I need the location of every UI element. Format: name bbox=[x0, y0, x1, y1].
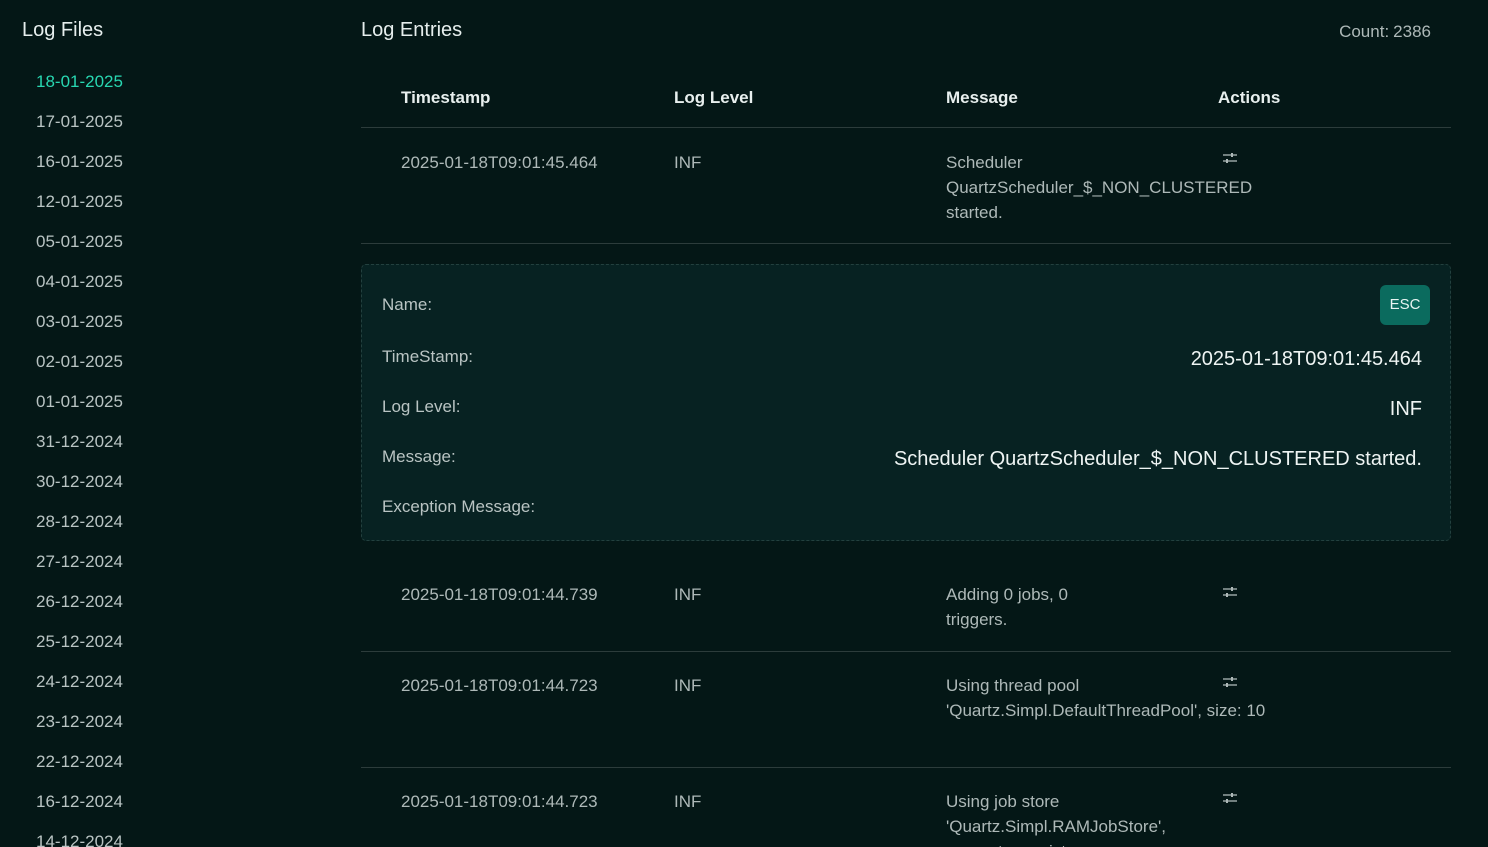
log-file-item[interactable]: 31-12-2024 bbox=[36, 428, 123, 468]
detail-message-label: Message: bbox=[382, 447, 456, 466]
log-file-list: 18-01-2025 17-01-2025 16-01-2025 12-01-2… bbox=[36, 68, 123, 847]
row-timestamp: 2025-01-18T09:01:44.739 bbox=[401, 585, 598, 604]
log-file-item[interactable]: 23-12-2024 bbox=[36, 708, 123, 748]
detail-name-label: Name: bbox=[382, 295, 433, 314]
entry-count: Count: 2386 bbox=[1339, 22, 1431, 42]
header-message[interactable]: Message bbox=[946, 88, 1018, 108]
table-row[interactable]: 2025-01-18T09:01:44.739 INF Adding 0 job… bbox=[361, 560, 1451, 652]
log-file-item[interactable]: 26-12-2024 bbox=[36, 588, 123, 628]
sliders-icon[interactable] bbox=[1222, 586, 1238, 598]
log-file-item[interactable]: 12-01-2025 bbox=[36, 188, 123, 228]
log-files-sidebar: Log Files 18-01-2025 17-01-2025 16-01-20… bbox=[0, 0, 340, 847]
log-file-item[interactable]: 30-12-2024 bbox=[36, 468, 123, 508]
row-timestamp: 2025-01-18T09:01:44.723 bbox=[401, 676, 598, 695]
log-file-item[interactable]: 17-01-2025 bbox=[36, 108, 123, 148]
log-file-item[interactable]: 04-01-2025 bbox=[36, 268, 123, 308]
header-timestamp[interactable]: Timestamp bbox=[401, 88, 490, 108]
header-actions: Actions bbox=[1218, 88, 1281, 107]
detail-timestamp-label: TimeStamp: bbox=[382, 347, 474, 366]
sliders-icon[interactable] bbox=[1222, 676, 1238, 688]
row-message: Adding 0 jobs, 0 triggers. bbox=[946, 585, 1068, 629]
log-file-item[interactable]: 14-12-2024 bbox=[36, 828, 123, 847]
log-entries-panel: Log Entries Count: 2386 Timestamp Log Lev… bbox=[361, 0, 1451, 847]
row-log-level: INF bbox=[674, 585, 702, 604]
table-header: Timestamp Log Level Message Actions bbox=[361, 74, 1451, 128]
table-row[interactable]: 2025-01-18T09:01:44.723 INF Using thread… bbox=[361, 652, 1451, 768]
log-file-item[interactable]: 22-12-2024 bbox=[36, 748, 123, 788]
row-log-level: INF bbox=[674, 792, 702, 811]
detail-level-label: Log Level: bbox=[382, 397, 461, 416]
log-detail-panel: Name: ESC TimeStamp: 2025-01-18T09:01:45… bbox=[361, 264, 1451, 541]
row-log-level: INF bbox=[674, 153, 702, 172]
log-file-item[interactable]: 16-01-2025 bbox=[36, 148, 123, 188]
sliders-icon[interactable] bbox=[1222, 152, 1238, 164]
log-file-item[interactable]: 02-01-2025 bbox=[36, 348, 123, 388]
sidebar-title: Log Files bbox=[22, 19, 104, 41]
esc-button[interactable]: ESC bbox=[1380, 285, 1430, 325]
table-row[interactable]: 2025-01-18T09:01:44.723 INF Using job st… bbox=[361, 768, 1451, 847]
log-file-item[interactable]: 03-01-2025 bbox=[36, 308, 123, 348]
row-timestamp: 2025-01-18T09:01:45.464 bbox=[401, 153, 598, 172]
page-title: Log Entries bbox=[361, 19, 463, 41]
log-file-item[interactable]: 28-12-2024 bbox=[36, 508, 123, 548]
count-label: Count: bbox=[1339, 22, 1390, 41]
log-viewer-app: Log Files 18-01-2025 17-01-2025 16-01-20… bbox=[0, 0, 1488, 847]
log-file-item[interactable]: 27-12-2024 bbox=[36, 548, 123, 588]
log-file-item[interactable]: 01-01-2025 bbox=[36, 388, 123, 428]
count-value: 2386 bbox=[1393, 22, 1431, 41]
detail-level-value: INF bbox=[1389, 398, 1422, 420]
log-file-item[interactable]: 05-01-2025 bbox=[36, 228, 123, 268]
detail-timestamp-value: 2025-01-18T09:01:45.464 bbox=[1190, 348, 1422, 370]
header-log-level[interactable]: Log Level bbox=[674, 88, 753, 108]
log-file-item[interactable]: 25-12-2024 bbox=[36, 628, 123, 668]
log-file-item[interactable]: 16-12-2024 bbox=[36, 788, 123, 828]
row-message: Using thread pool 'Quartz.Simpl.DefaultT… bbox=[946, 676, 1266, 720]
log-file-item[interactable]: 24-12-2024 bbox=[36, 668, 123, 708]
detail-message-value: Scheduler QuartzScheduler_$_NON_CLUSTERE… bbox=[893, 448, 1422, 470]
row-log-level: INF bbox=[674, 676, 702, 695]
row-message: Scheduler QuartzScheduler_$_NON_CLUSTERE… bbox=[946, 153, 1253, 222]
row-timestamp: 2025-01-18T09:01:44.723 bbox=[401, 792, 598, 811]
row-message: Using job store 'Quartz.Simpl.RAMJobStor… bbox=[946, 792, 1167, 847]
detail-exception-label: Exception Message: bbox=[382, 497, 536, 516]
table-row[interactable]: 2025-01-18T09:01:45.464 INF Scheduler Qu… bbox=[361, 128, 1451, 244]
sliders-icon[interactable] bbox=[1222, 792, 1238, 804]
log-file-item-active[interactable]: 18-01-2025 bbox=[36, 68, 123, 108]
